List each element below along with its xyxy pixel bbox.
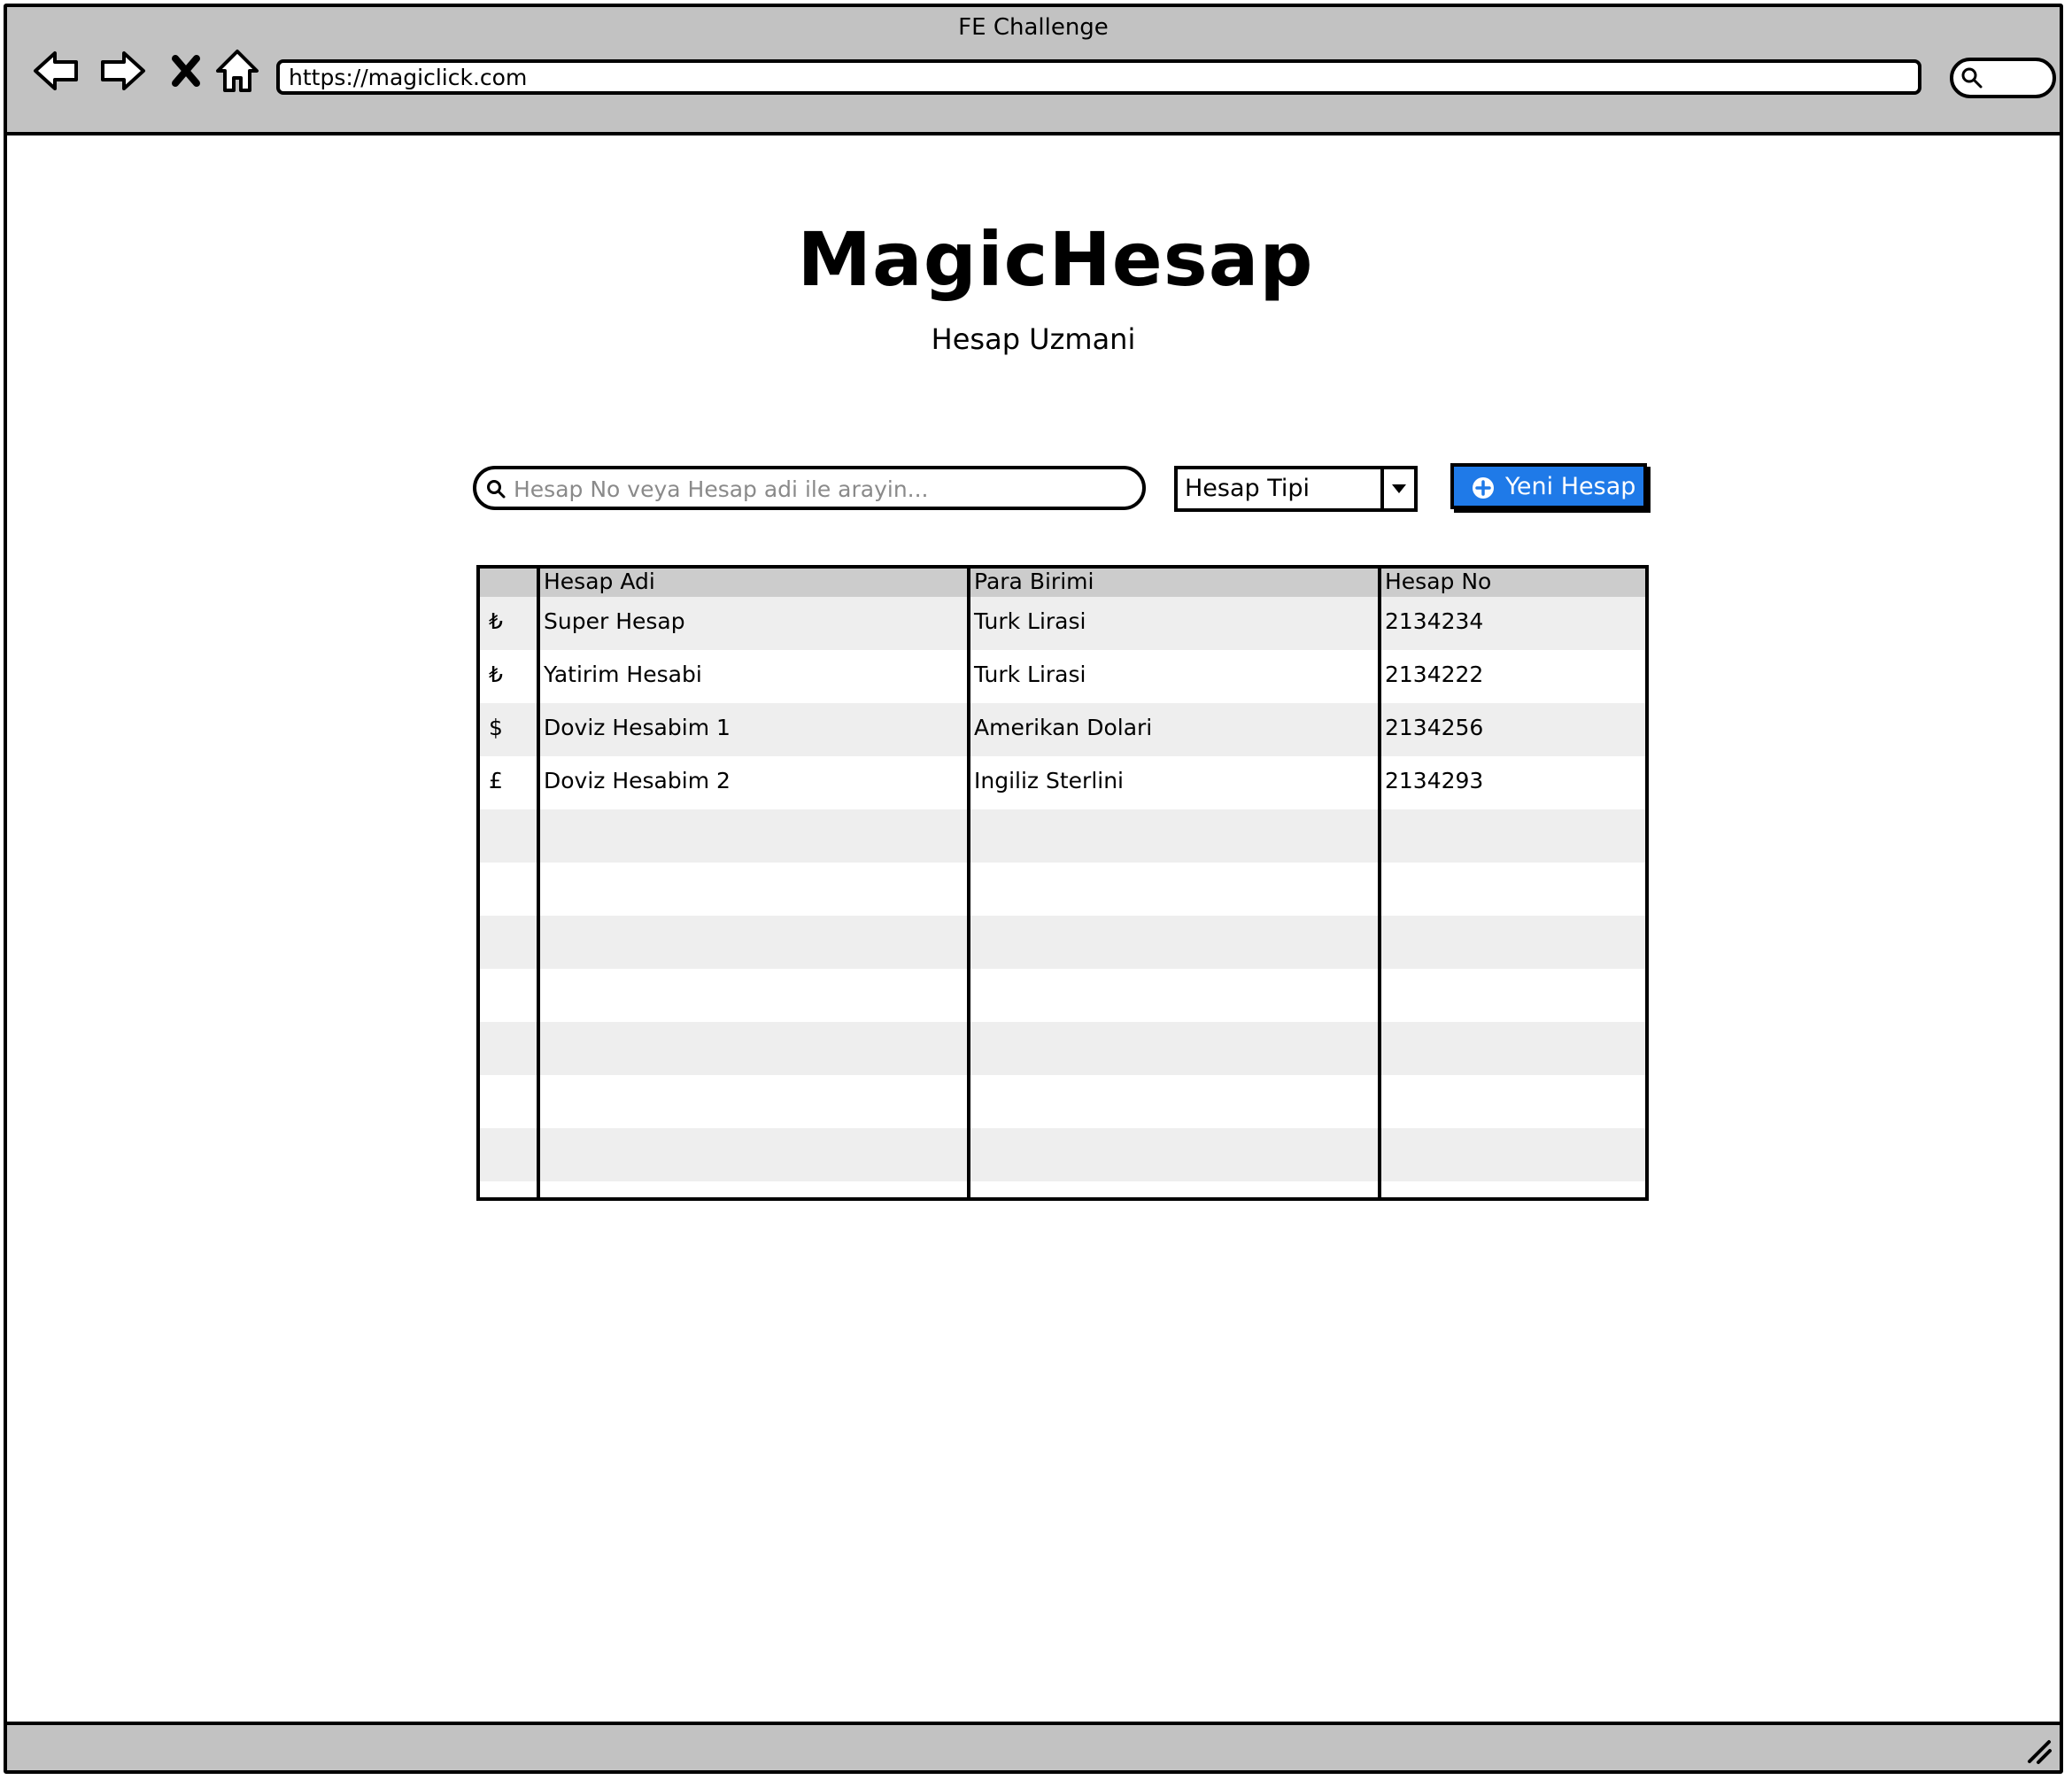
plus-circle-icon xyxy=(1473,477,1494,499)
empty-table-row xyxy=(480,1075,1645,1128)
empty-table-row xyxy=(480,916,1645,969)
account-currency: Turk Lirasi xyxy=(974,608,1086,634)
account-number: 2134222 xyxy=(1385,662,1484,687)
app-subtitle: Hesap Uzmani xyxy=(931,322,1136,356)
currency-symbol: ₺ xyxy=(489,608,503,634)
account-name: Doviz Hesabim 1 xyxy=(544,715,731,740)
empty-table-row xyxy=(480,809,1645,863)
browser-search-field[interactable] xyxy=(1950,58,2056,98)
column-header-account-name[interactable]: Hesap Adi xyxy=(544,569,655,595)
account-number: 2134234 xyxy=(1385,608,1484,634)
dropdown-arrow-button[interactable] xyxy=(1380,469,1414,508)
url-bar[interactable]: https://magiclick.com xyxy=(276,59,1921,95)
back-arrow-icon[interactable] xyxy=(30,44,83,97)
table-row[interactable]: ₺ Yatirim Hesabi Turk Lirasi 2134222 xyxy=(480,650,1645,703)
search-icon xyxy=(487,480,506,499)
column-divider xyxy=(537,569,540,1197)
account-name: Yatirim Hesabi xyxy=(544,662,702,687)
currency-symbol: £ xyxy=(489,768,503,793)
column-divider xyxy=(967,569,970,1197)
forward-arrow-icon[interactable] xyxy=(96,44,149,97)
column-divider xyxy=(1378,569,1381,1197)
account-search-input[interactable] xyxy=(512,473,1126,505)
account-currency: Ingiliz Sterlini xyxy=(974,768,1125,793)
app-title: MagicHesap xyxy=(797,216,1314,303)
account-type-value: Hesap Tipi xyxy=(1185,475,1310,502)
account-type-dropdown[interactable]: Hesap Tipi xyxy=(1174,466,1418,512)
resize-grip-icon[interactable] xyxy=(2021,1733,2053,1765)
table-row[interactable]: £ Doviz Hesabim 2 Ingiliz Sterlini 21342… xyxy=(480,756,1645,809)
search-icon xyxy=(1961,67,1983,89)
table-header-row: Hesap Adi Para Birimi Hesap No xyxy=(480,569,1645,597)
browser-statusbar xyxy=(7,1722,2060,1770)
empty-table-row xyxy=(480,863,1645,916)
account-number: 2134256 xyxy=(1385,715,1484,740)
new-account-label: Yeni Hesap xyxy=(1505,473,1636,500)
new-account-button[interactable]: Yeni Hesap xyxy=(1450,463,1647,509)
chevron-down-icon xyxy=(1392,484,1406,493)
accounts-table: Hesap Adi Para Birimi Hesap No ₺ Super H… xyxy=(476,565,1649,1201)
empty-table-row xyxy=(480,1022,1645,1075)
account-currency: Turk Lirasi xyxy=(974,662,1086,687)
account-name: Doviz Hesabim 2 xyxy=(544,768,731,793)
account-name: Super Hesap xyxy=(544,608,685,634)
column-header-currency[interactable]: Para Birimi xyxy=(974,569,1094,595)
table-row[interactable]: ₺ Super Hesap Turk Lirasi 2134234 xyxy=(480,597,1645,650)
home-icon[interactable] xyxy=(211,44,264,97)
browser-window: FE Challenge https://magiclick.com Magic… xyxy=(4,4,2063,1774)
empty-table-row xyxy=(480,969,1645,1022)
account-search-box[interactable] xyxy=(473,466,1146,510)
column-header-account-number[interactable]: Hesap No xyxy=(1385,569,1491,595)
window-title: FE Challenge xyxy=(958,14,1109,41)
stop-close-icon[interactable] xyxy=(159,44,213,97)
account-currency: Amerikan Dolari xyxy=(974,715,1153,740)
empty-table-row xyxy=(480,1128,1645,1181)
account-number: 2134293 xyxy=(1385,768,1484,793)
currency-symbol: ₺ xyxy=(489,662,503,687)
currency-symbol: $ xyxy=(489,715,503,740)
table-row[interactable]: $ Doviz Hesabim 1 Amerikan Dolari 213425… xyxy=(480,703,1645,756)
browser-titlebar: FE Challenge https://magiclick.com xyxy=(7,7,2060,135)
